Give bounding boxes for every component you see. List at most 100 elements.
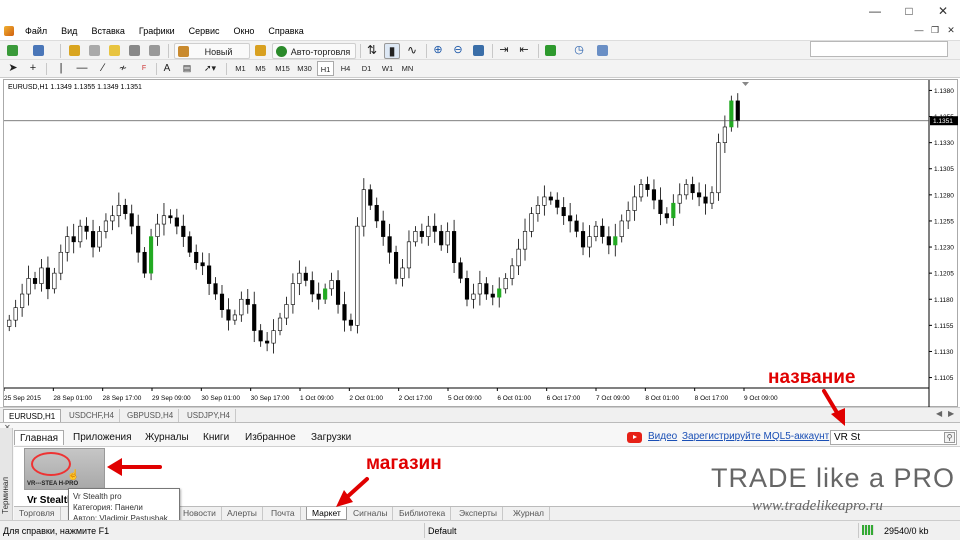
data-window-button[interactable] (86, 43, 102, 59)
time-tick-label: 8 Oct 01:00 (645, 395, 679, 402)
candle-chart-button[interactable]: ▮ (384, 43, 400, 59)
menu-file[interactable]: Файл (18, 26, 54, 36)
zoom-out-icon: ⊖ (453, 44, 463, 56)
market-tab-apps[interactable]: Приложения (68, 430, 137, 445)
candle-body (348, 319, 354, 326)
chart-tab-eurusd[interactable]: EURUSD,H1 (3, 409, 62, 422)
mdi-close-button[interactable]: ✕ (944, 22, 958, 38)
terminal-tab-alerts[interactable]: Алерты (222, 507, 263, 520)
search-icon[interactable]: ⚲ (944, 432, 955, 443)
trendline-button[interactable]: ∕ (96, 61, 110, 77)
market-tab-favorites[interactable]: Избранное (240, 430, 301, 445)
text-label-button[interactable]: ▤ (180, 61, 194, 77)
terminal-tab-trade[interactable]: Торговля (14, 507, 61, 520)
timeframe-m5[interactable]: M5 (252, 61, 269, 76)
terminal-tab-news[interactable]: Новости (178, 507, 222, 520)
terminal-button[interactable] (126, 43, 142, 59)
navigator-button[interactable] (106, 43, 122, 59)
price-chart[interactable]: EURUSD,H1 1.1349 1.1355 1.1349 1.1351 1.… (3, 79, 958, 408)
price-tick-label: 1.1380 (934, 88, 954, 95)
timeframe-h4[interactable]: H4 (337, 61, 354, 76)
fibonacci-button[interactable]: F (136, 61, 152, 77)
timeframe-w1[interactable]: W1 (379, 61, 396, 76)
market-tab-journals[interactable]: Журналы (140, 430, 194, 445)
timeframe-m1[interactable]: M1 (232, 61, 249, 76)
periods-button[interactable]: ◷ (568, 43, 590, 59)
profiles-button[interactable] (30, 43, 50, 59)
terminal-tab-journal[interactable]: Журнал (508, 507, 551, 520)
tile-windows-button[interactable] (470, 43, 486, 59)
register-link[interactable]: Зарегистрируйте MQL5-аккаунт (682, 431, 829, 442)
crosshair-button[interactable]: + (26, 61, 40, 77)
tabs-scroll-right-icon[interactable]: ▶ (948, 409, 954, 418)
new-order-button[interactable]: Новый Ордер (174, 43, 250, 73)
chart-shift-marker[interactable] (742, 82, 749, 86)
chart-tab-gbpusd[interactable]: GBPUSD,H4 (122, 409, 180, 422)
candle-body (406, 241, 412, 269)
indicators-icon (545, 45, 556, 56)
arrows-button[interactable]: ➚▾ (200, 61, 220, 77)
zoom-in-button[interactable]: ⊕ (430, 43, 446, 59)
candle-body (32, 278, 38, 284)
candle-body (310, 280, 315, 295)
bar-chart-button[interactable]: ⇅ (364, 43, 380, 59)
tabs-scroll-left-icon[interactable]: ◀ (936, 409, 942, 418)
indicators-button[interactable] (542, 43, 564, 59)
timeframe-m15[interactable]: M15 (273, 61, 292, 76)
candle-body (671, 202, 676, 219)
new-chart-button[interactable] (4, 43, 24, 59)
channel-button[interactable]: ≁ (116, 61, 130, 77)
mdi-minimize-button[interactable]: — (912, 22, 926, 38)
minimize-button[interactable]: — (858, 2, 892, 20)
maximize-button[interactable]: □ (892, 2, 926, 20)
terminal-tab-library[interactable]: Библиотека (394, 507, 452, 520)
video-link[interactable]: Видео (648, 431, 677, 442)
chart-shift-button[interactable]: ⇤ (516, 43, 532, 59)
arrows-icon: ➚▾ (203, 63, 217, 73)
terminal-tab-experts[interactable]: Эксперты (454, 507, 504, 520)
chart-tab-usdchf[interactable]: USDCHF,H4 (64, 409, 120, 422)
timeframe-m30[interactable]: M30 (295, 61, 314, 76)
menu-help[interactable]: Справка (261, 26, 310, 36)
close-window-button[interactable]: ✕ (926, 2, 960, 20)
menu-tools[interactable]: Сервис (182, 26, 227, 36)
zoom-out-button[interactable]: ⊖ (450, 43, 466, 59)
price-tick-label: 1.1130 (934, 349, 954, 356)
market-tab-books[interactable]: Книги (198, 430, 234, 445)
youtube-icon[interactable] (627, 432, 642, 443)
terminal-tab-mail[interactable]: Почта (266, 507, 301, 520)
cursor-button[interactable]: ➤ (6, 61, 20, 77)
channel-icon: ≁ (118, 63, 128, 74)
market-watch-button[interactable] (66, 43, 82, 59)
product-thumbnail[interactable]: VR---STEA H-PRO (24, 448, 105, 490)
templates-button[interactable] (594, 43, 618, 59)
menu-insert[interactable]: Вставка (84, 26, 131, 36)
price-tick-label: 1.1280 (934, 192, 954, 199)
horizontal-line-button[interactable]: — (74, 61, 90, 77)
meta-editor-button[interactable] (252, 43, 268, 59)
mdi-restore-button[interactable]: ❐ (928, 22, 942, 38)
candle-body (65, 236, 70, 253)
autoscroll-button[interactable]: ⇥ (496, 43, 512, 59)
candle-body (226, 309, 231, 321)
line-chart-button[interactable]: ∿ (404, 43, 420, 59)
timeframe-h1[interactable]: H1 (317, 61, 334, 76)
candle-body (232, 314, 237, 321)
product-title[interactable]: Vr Stealth (27, 495, 73, 506)
menu-charts[interactable]: Графики (132, 26, 182, 36)
status-profile: Default (428, 526, 457, 536)
title-bar (0, 0, 960, 22)
toolbar-search-input[interactable] (810, 41, 948, 57)
market-tab-home[interactable]: Главная (14, 430, 65, 445)
vertical-line-button[interactable]: | (54, 61, 68, 77)
menu-window[interactable]: Окно (227, 26, 262, 36)
menu-view[interactable]: Вид (54, 26, 84, 36)
autotrading-button[interactable]: Авто-торговля (272, 43, 356, 59)
tester-button[interactable] (146, 43, 162, 59)
text-button[interactable]: A (160, 61, 174, 77)
market-tab-downloads[interactable]: Загрузки (306, 430, 356, 445)
timeframe-d1[interactable]: D1 (358, 61, 375, 76)
market-search-input[interactable]: VR St (830, 430, 957, 445)
timeframe-mn[interactable]: MN (399, 61, 416, 76)
chart-tab-usdjpy[interactable]: USDJPY,H4 (182, 409, 236, 422)
